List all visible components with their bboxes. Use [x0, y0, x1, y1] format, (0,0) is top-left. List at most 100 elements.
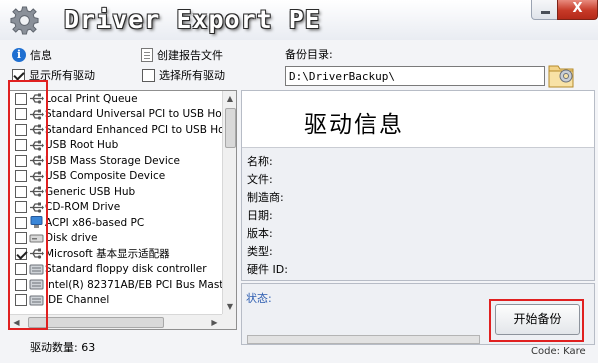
driver-label: Standard Enhanced PCI to USB Host C	[45, 123, 222, 136]
create-report-option[interactable]: 创建报告文件	[141, 47, 223, 63]
info-heading: 驱动信息	[304, 112, 404, 138]
driver-checkbox[interactable]	[15, 294, 27, 307]
driver-row[interactable]: Standard Enhanced PCI to USB Host C	[9, 122, 222, 138]
driver-row[interactable]: Disk drive	[9, 231, 222, 247]
driver-checkbox[interactable]	[15, 232, 27, 245]
driver-checkbox[interactable]	[15, 247, 27, 260]
info-label: 信息	[30, 49, 52, 62]
driver-label: Disk drive	[45, 232, 98, 245]
driver-row[interactable]: USB Composite Device	[9, 169, 222, 185]
usb-icon	[29, 139, 44, 152]
info-heading-box: 驱动信息	[242, 91, 594, 148]
usb-icon	[29, 185, 44, 198]
window-title: Driver Export PE	[64, 5, 321, 34]
driver-row[interactable]: USB Root Hub	[9, 138, 222, 154]
driver-label: Standard floppy disk controller	[45, 263, 207, 276]
vertical-scroll-thumb[interactable]	[225, 108, 236, 148]
usb-icon	[29, 92, 44, 105]
backup-path-input[interactable]	[285, 66, 545, 86]
device-icon	[29, 278, 44, 291]
field-manufacturer-label: 制造商:	[247, 191, 284, 204]
driver-label: USB Composite Device	[45, 170, 166, 183]
show-all-drivers-checkbox[interactable]	[12, 68, 25, 82]
usb-icon	[29, 123, 44, 136]
usb-icon	[29, 154, 44, 167]
scroll-down-icon[interactable]: ▼	[223, 299, 236, 314]
info-option[interactable]: i 信息	[12, 47, 52, 63]
driver-row[interactable]: Local Print Queue	[9, 91, 222, 107]
driver-checkbox[interactable]	[15, 170, 27, 183]
select-all-drivers-label: 选择所有驱动	[159, 69, 225, 82]
driver-label: CD-ROM Drive	[45, 201, 121, 214]
scroll-up-icon[interactable]: ▲	[223, 91, 236, 106]
driver-row[interactable]: USB Mass Storage Device	[9, 153, 222, 169]
usb-icon	[29, 201, 44, 214]
driver-checkbox[interactable]	[15, 154, 27, 167]
usb-icon	[29, 170, 44, 183]
create-report-label: 创建报告文件	[157, 49, 223, 62]
field-hardware-id-label: 硬件 ID:	[247, 263, 288, 276]
driver-row[interactable]: IDE Channel	[9, 293, 222, 309]
status-panel: 状态: 开始备份	[241, 283, 595, 345]
driver-checkbox[interactable]	[15, 263, 27, 276]
driver-row[interactable]: Generic USB Hub	[9, 184, 222, 200]
driver-label: ACPI x86-based PC	[45, 216, 145, 229]
computer-icon	[29, 216, 44, 229]
driver-checkbox[interactable]	[15, 123, 27, 136]
field-name-label: 名称:	[247, 155, 273, 168]
driver-checkbox[interactable]	[15, 139, 27, 152]
field-date-label: 日期:	[247, 209, 273, 222]
horizontal-scrollbar[interactable]: ◀ ▶	[9, 314, 222, 329]
driver-info-panel: 驱动信息 名称: 文件: 制造商: 日期: 版本: 类型: 硬件 ID:	[241, 90, 595, 281]
driver-row[interactable]: Intel(R) 82371AB/EB PCI Bus Master I	[9, 277, 222, 293]
close-button[interactable]: X	[557, 0, 598, 20]
folder-gear-icon[interactable]	[548, 60, 574, 88]
gear-icon	[10, 6, 39, 35]
usb-icon	[29, 247, 44, 260]
progress-bar	[247, 335, 480, 344]
disk-icon	[29, 232, 44, 245]
driver-label: Intel(R) 82371AB/EB PCI Bus Master I	[45, 278, 222, 291]
field-type-label: 类型:	[247, 245, 273, 258]
author-code: Code: Kare	[531, 346, 586, 357]
horizontal-scroll-thumb[interactable]	[28, 317, 164, 328]
select-all-drivers-option[interactable]: 选择所有驱动	[142, 67, 225, 83]
driver-row[interactable]: Microsoft 基本显示适配器	[9, 246, 222, 262]
device-icon	[29, 263, 44, 276]
driver-count-label: 驱动数量:	[30, 341, 78, 354]
status-label: 状态:	[246, 292, 272, 305]
field-file-label: 文件:	[247, 173, 273, 186]
scrollbar-corner	[222, 314, 236, 329]
driver-count-value: 63	[81, 341, 96, 354]
usb-icon	[29, 108, 44, 121]
show-all-drivers-label: 显示所有驱动	[29, 69, 95, 82]
scroll-left-icon[interactable]: ◀	[9, 315, 24, 329]
driver-row[interactable]: Standard Universal PCI to USB Host C	[9, 107, 222, 123]
driver-checkbox[interactable]	[15, 108, 27, 121]
scroll-right-icon[interactable]: ▶	[207, 315, 222, 329]
driver-label: USB Root Hub	[45, 139, 119, 152]
driver-label: Local Print Queue	[45, 92, 138, 105]
vertical-scrollbar[interactable]: ▲ ▼	[222, 91, 236, 314]
field-version-label: 版本:	[247, 227, 273, 240]
driver-row[interactable]: ACPI x86-based PC	[9, 215, 222, 231]
device-icon	[29, 294, 44, 307]
driver-row[interactable]: Standard floppy disk controller	[9, 262, 222, 278]
driver-row[interactable]: CD-ROM Drive	[9, 200, 222, 216]
driver-label: Microsoft 基本显示适配器	[45, 248, 170, 261]
driver-list-panel: Local Print Queue Standard Universal PCI …	[8, 90, 237, 330]
select-all-drivers-checkbox[interactable]	[142, 68, 155, 82]
driver-label: USB Mass Storage Device	[45, 154, 180, 167]
driver-checkbox[interactable]	[15, 185, 27, 198]
driver-checkbox[interactable]	[15, 216, 27, 229]
driver-checkbox[interactable]	[15, 278, 27, 291]
driver-label: Generic USB Hub	[45, 185, 136, 198]
start-backup-button[interactable]: 开始备份	[495, 304, 580, 335]
title-bar: Driver Export PE X	[0, 0, 598, 40]
show-all-drivers-option[interactable]: 显示所有驱动	[12, 67, 95, 83]
driver-count: 驱动数量: 63	[30, 339, 95, 355]
driver-list: Local Print Queue Standard Universal PCI …	[9, 91, 222, 314]
minimize-button[interactable]	[531, 0, 558, 20]
driver-checkbox[interactable]	[15, 201, 27, 214]
driver-checkbox[interactable]	[15, 92, 27, 105]
